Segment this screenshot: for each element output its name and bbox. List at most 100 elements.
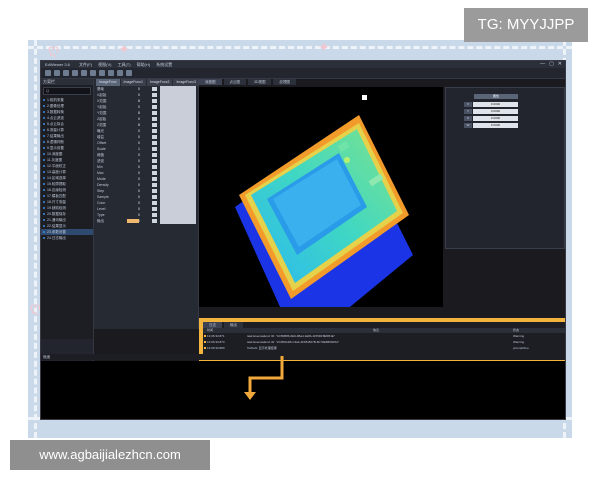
parameter-checkbox[interactable] xyxy=(152,201,157,205)
menu-file[interactable]: 文件(F) xyxy=(79,61,92,68)
parameter-checkbox[interactable] xyxy=(152,165,157,169)
log-row[interactable]: 13:06:33.880 ToWork: 显示处理结果 prompt/time xyxy=(203,345,565,351)
node-icon xyxy=(43,105,45,107)
tree-item-label: 18.尺寸测量 xyxy=(47,200,66,204)
property-value[interactable]: 0.0000 xyxy=(473,116,518,121)
tab-imagefunc2[interactable]: ImageFunc2 xyxy=(146,79,173,86)
tree-item-label: 10.深度图 xyxy=(47,152,63,156)
parameter-checkbox[interactable] xyxy=(152,141,157,145)
3d-viewport[interactable] xyxy=(199,87,443,349)
tree-search-input[interactable]: Q xyxy=(43,87,91,95)
settings-icon[interactable] xyxy=(99,70,105,76)
tab-texture[interactable]: 纹理图 xyxy=(273,79,296,85)
parameter-checkbox[interactable] xyxy=(152,111,157,115)
node-icon xyxy=(43,231,45,233)
property-key: X xyxy=(464,102,472,107)
node-icon xyxy=(43,171,45,173)
log-time: 13:06:33.880 xyxy=(207,346,225,350)
tab-imagefunc1[interactable]: ImageFunc1 xyxy=(120,79,146,86)
tree-item-label: 11.灰度图 xyxy=(47,158,63,162)
minimize-icon[interactable]: — xyxy=(540,61,545,68)
tree-header: 方案栏 xyxy=(41,79,93,85)
parameter-checkbox[interactable] xyxy=(152,189,157,193)
node-icon xyxy=(43,213,45,215)
solution-tree: 方案栏 Q 1.相机采集 2.图像处理 3.数据转换 4.点云滤波 5.点云拟合 6.测量… xyxy=(41,79,94,369)
tree-item-label: 15.轮廓提取 xyxy=(47,182,66,186)
frame-dash-left xyxy=(34,40,37,438)
app-title: EdWiewer 3.6 xyxy=(45,62,70,67)
camera-icon[interactable] xyxy=(90,70,96,76)
menu-tools[interactable]: 工具(T) xyxy=(117,61,130,68)
parameter-checkbox[interactable] xyxy=(152,153,157,157)
run-icon[interactable] xyxy=(72,70,78,76)
parameter-checkbox[interactable] xyxy=(152,207,157,211)
tab-imagefunc3[interactable]: ImageFunc3 xyxy=(173,79,199,86)
tree-item-label: 16.边缘检测 xyxy=(47,188,66,192)
new-icon[interactable] xyxy=(45,70,51,76)
tab-pointcloud[interactable]: 点云图 xyxy=(223,79,246,85)
tab-3d[interactable]: 3D视图 xyxy=(248,79,272,85)
toolbar xyxy=(41,68,565,79)
property-value[interactable]: 0.0000 xyxy=(473,123,518,128)
view-marker[interactable] xyxy=(362,95,367,100)
bottom-area xyxy=(41,361,565,419)
parameter-checkbox[interactable] xyxy=(152,147,157,151)
menu-help[interactable]: 帮助(H) xyxy=(137,61,151,68)
parameter-checkbox[interactable] xyxy=(152,135,157,139)
sensor-shape xyxy=(344,157,350,163)
parameter-checkbox[interactable] xyxy=(152,171,157,175)
grid-icon[interactable] xyxy=(117,70,123,76)
warning-icon xyxy=(204,335,206,337)
parameter-checkbox[interactable] xyxy=(152,93,157,97)
menu-bar: 文件(F) 视图(V) 工具(T) 帮助(H) 系统设置 xyxy=(79,61,172,68)
close-icon[interactable]: ✕ xyxy=(558,61,562,68)
save-icon[interactable] xyxy=(63,70,69,76)
parameter-checkbox[interactable] xyxy=(152,177,157,181)
property-key: W xyxy=(464,123,472,128)
tree-item-label: 13.高度计算 xyxy=(47,170,66,174)
parameter-panel: ImageFunc ImageFunc1 ImageFunc2 ImageFun… xyxy=(94,79,199,329)
tree-item-label: 23.参数设置 xyxy=(47,230,66,234)
parameter-checkbox[interactable] xyxy=(152,105,157,109)
export-icon[interactable] xyxy=(108,70,114,76)
node-icon xyxy=(43,237,45,239)
properties-panel: 属性 X 0.0000 Y 0.0000 Z 0.0000 W 0.0000 xyxy=(445,87,565,249)
tree-item[interactable]: 24.日志输出 xyxy=(41,235,93,241)
warning-icon xyxy=(204,341,206,343)
tree-item-label: 9.显示设置 xyxy=(47,146,64,150)
parameter-checkbox[interactable] xyxy=(152,129,157,133)
node-icon xyxy=(43,147,45,149)
help-icon[interactable] xyxy=(126,70,132,76)
parameter-checkbox[interactable] xyxy=(152,159,157,163)
parameter-checkbox[interactable] xyxy=(152,123,157,127)
property-value[interactable]: 0.0000 xyxy=(473,109,518,114)
parameter-checkbox[interactable] xyxy=(152,183,157,187)
parameter-checkbox[interactable] xyxy=(152,219,157,223)
parameter-checkbox[interactable] xyxy=(152,213,157,217)
info-icon xyxy=(204,347,206,349)
parameter-checkbox[interactable] xyxy=(152,117,157,121)
property-row: Y 0.0000 xyxy=(464,109,518,114)
property-value[interactable]: 0.0000 xyxy=(473,102,518,107)
open-icon[interactable] xyxy=(54,70,60,76)
parameter-field[interactable] xyxy=(160,218,196,224)
maximize-icon[interactable]: ▢ xyxy=(549,61,554,68)
output-swatch[interactable] xyxy=(127,219,139,223)
tab-imagefunc[interactable]: ImageFunc xyxy=(96,79,120,86)
parameter-checkbox[interactable] xyxy=(152,99,157,103)
menu-view[interactable]: 视图(V) xyxy=(98,61,111,68)
tab-depth[interactable]: 深度图 xyxy=(199,79,222,85)
node-icon xyxy=(43,159,45,161)
node-icon xyxy=(43,135,45,137)
decor-heart-icon: ღ xyxy=(48,42,60,58)
node-icon xyxy=(43,165,45,167)
menu-settings[interactable]: 系统设置 xyxy=(156,61,172,68)
parameter-checkbox[interactable] xyxy=(152,195,157,199)
node-icon xyxy=(43,123,45,125)
tree-list: 1.相机采集 2.图像处理 3.数据转换 4.点云滤波 5.点云拟合 6.测量计算 7.结果… xyxy=(41,97,93,241)
node-icon xyxy=(43,207,45,209)
parameter-value[interactable]: 0 xyxy=(138,218,146,224)
log-status: prompt/time xyxy=(513,346,529,350)
parameter-checkbox[interactable] xyxy=(152,87,157,91)
stop-icon[interactable] xyxy=(81,70,87,76)
